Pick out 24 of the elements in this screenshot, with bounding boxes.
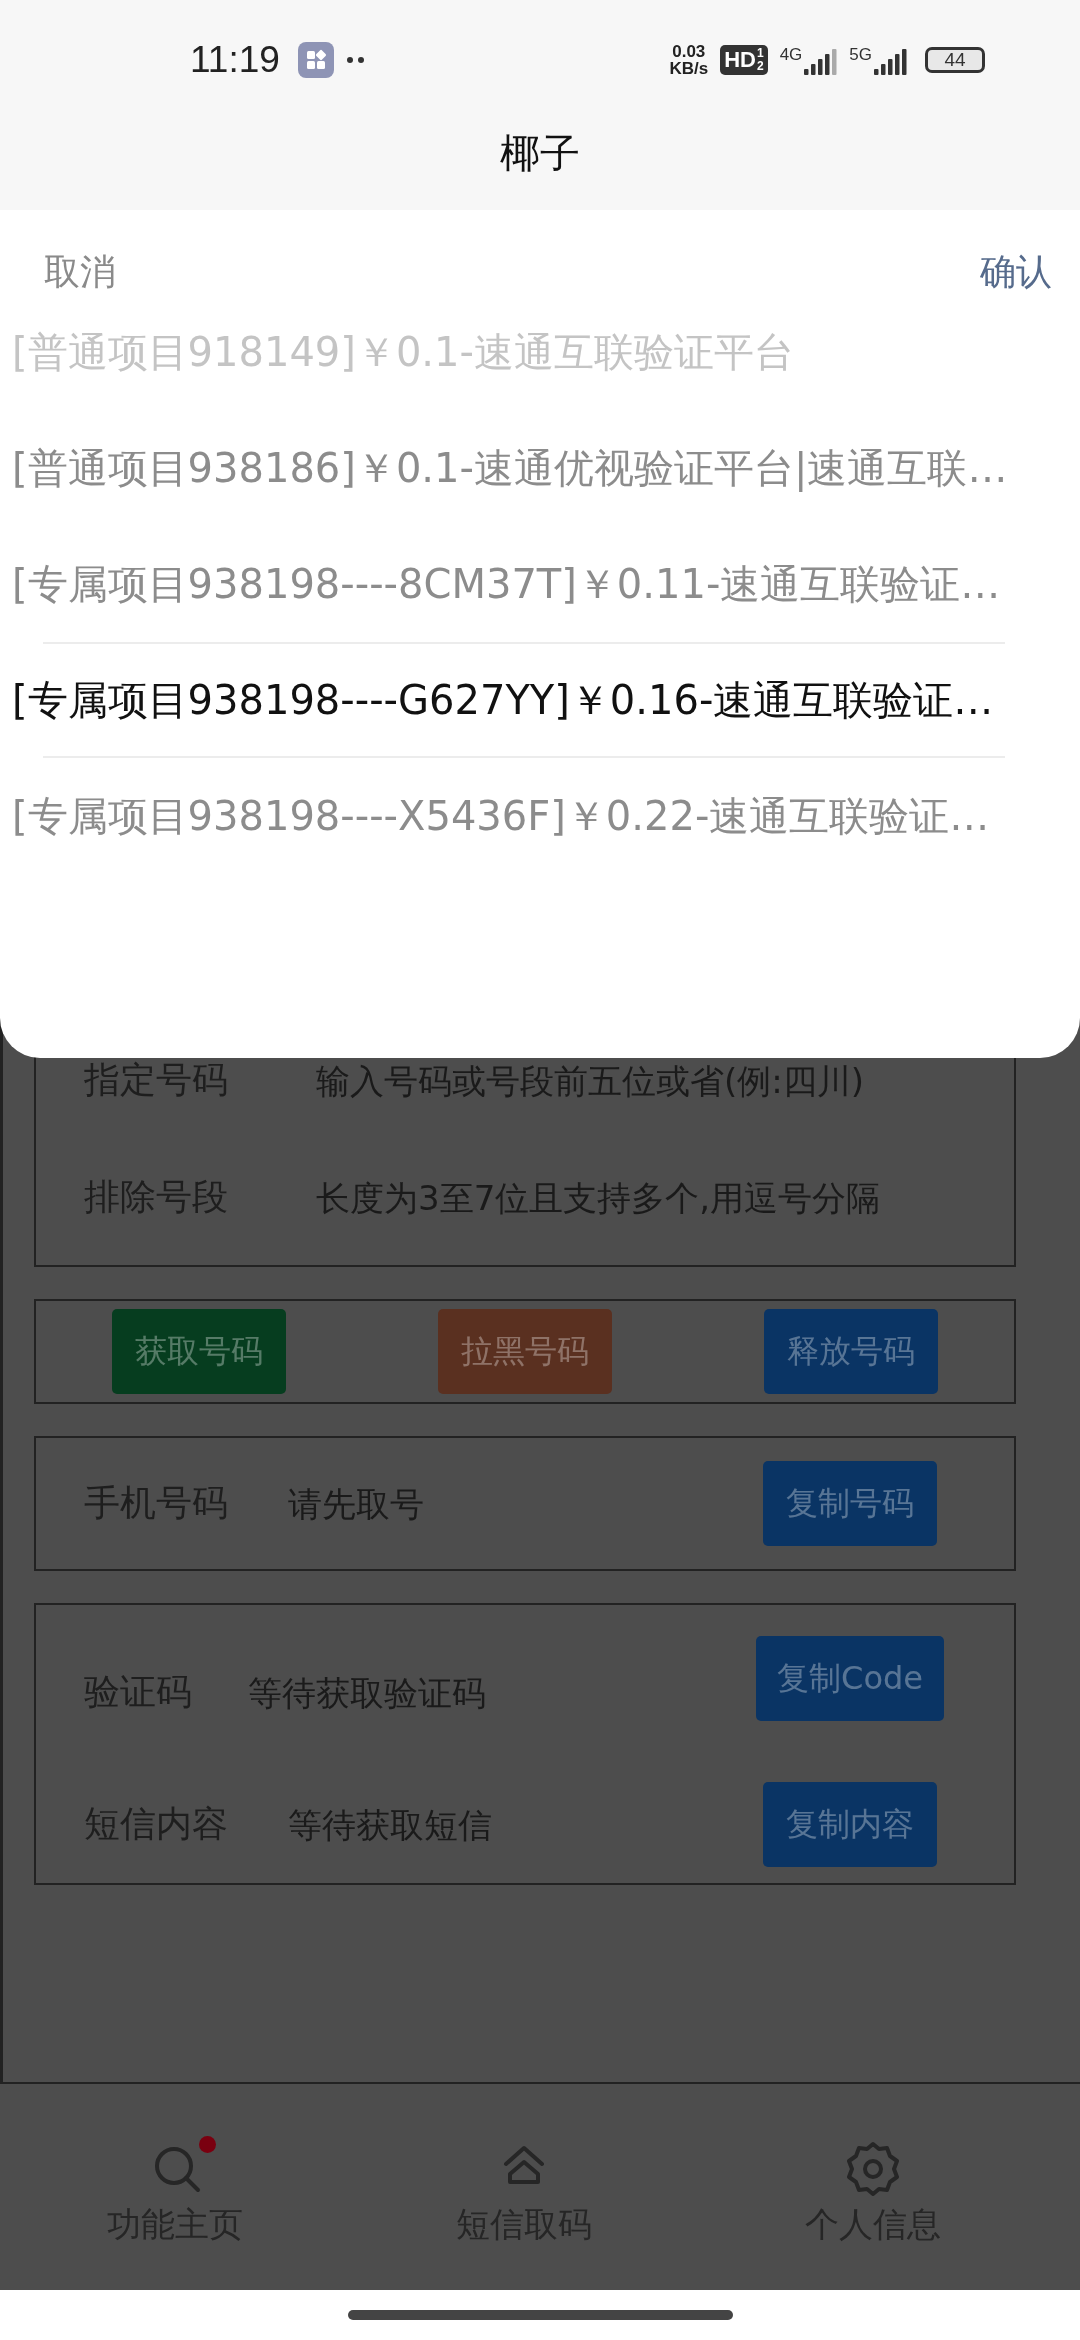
clock-time: 11:19 [190, 39, 280, 81]
more-icon [345, 56, 366, 64]
page-title: 椰子 [500, 129, 580, 178]
copy-button[interactable]: 复制号码 [763, 1461, 937, 1546]
copy-button[interactable]: 复制内容 [763, 1782, 937, 1867]
picker-option[interactable]: [普通项目938186]￥0.1-速通优视验证平台|速通互联… [0, 410, 1080, 526]
picker-option[interactable]: [普通项目918149]￥0.1-速通互联验证平台 [0, 330, 1080, 410]
app-icon [297, 42, 334, 78]
cancel-button[interactable]: 取消 [44, 248, 116, 297]
picker-option[interactable]: [专属项目938198----X5436F]￥0.22-速通互联验证… [0, 758, 1080, 874]
settings-icon [845, 2140, 900, 2196]
network-type: 4G [779, 45, 803, 65]
picker-option[interactable]: [专属项目938198----8CM37T]￥0.11-速通互联验证… [0, 526, 1080, 642]
battery-icon: 44 [925, 47, 985, 73]
home-indicator[interactable] [347, 2310, 733, 2320]
copy-button[interactable]: 复制Code [756, 1636, 944, 1721]
confirm-button[interactable]: 确认 [980, 248, 1052, 297]
action-button[interactable]: 获取号码 [112, 1309, 286, 1394]
speed-unit: KB/s [669, 60, 709, 77]
picker-option[interactable]: [专属项目938198----G627YY]￥0.16-速通互联验证… [0, 642, 1080, 758]
action-button[interactable]: 释放号码 [764, 1309, 938, 1394]
network-type: 5G [849, 45, 872, 65]
action-button[interactable]: 拉黑号码 [438, 1309, 612, 1394]
network-speed: 0.03 [672, 43, 706, 60]
